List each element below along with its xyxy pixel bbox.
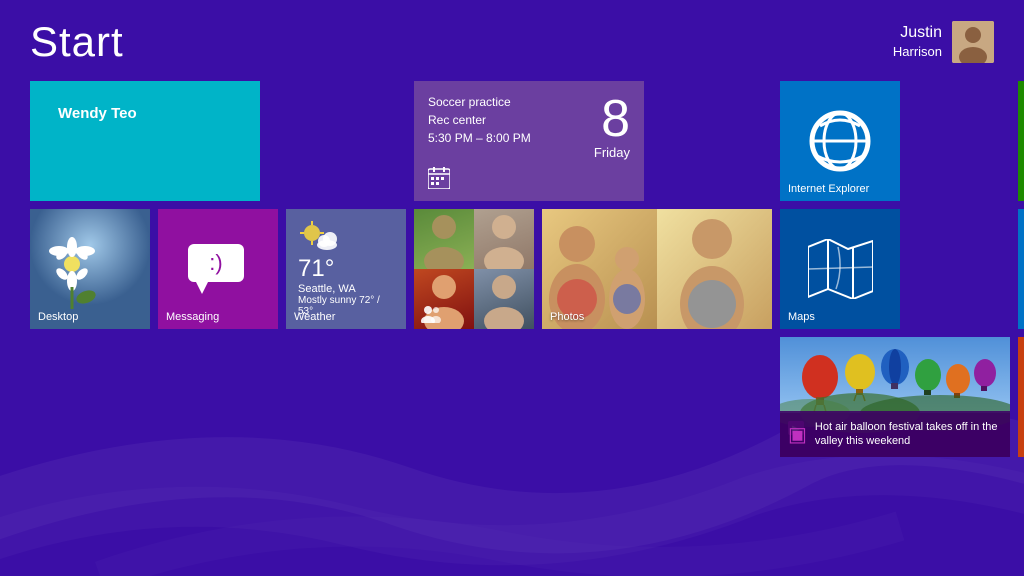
weather-icon: [298, 219, 338, 251]
tile-mail[interactable]: Wendy Teo RE: Dinner tonight? Sounds goo…: [30, 81, 260, 201]
tile-balloon-news[interactable]: ▶ ▣ Hot air balloon festival takes off i…: [780, 337, 1010, 457]
weather-label: Weather: [294, 311, 335, 323]
people-icon: [420, 305, 442, 323]
tile-calendar[interactable]: Soccer practice Rec center 5:30 PM – 8:0…: [414, 81, 644, 201]
people-photo-4: [474, 269, 534, 329]
tile-music[interactable]: Music: [1018, 337, 1024, 457]
header: Start Justin Harrison: [0, 0, 1024, 76]
tile-people[interactable]: [414, 209, 534, 329]
desktop-label: Desktop: [38, 311, 78, 323]
news-headline: Hot air balloon festival takes off in th…: [815, 420, 1002, 449]
messaging-icon: :): [188, 244, 248, 294]
people-photo-2: [474, 209, 534, 269]
avatar: [952, 21, 994, 63]
people-photo-1: [414, 209, 474, 269]
photos-label: Photos: [550, 311, 584, 323]
calendar-date: 8: [594, 93, 630, 145]
col-1: Wendy Teo RE: Dinner tonight? Sounds goo…: [30, 81, 406, 457]
weather-icon-row: [298, 219, 394, 251]
tile-store[interactable]: Store: [1018, 81, 1024, 201]
weather-temp: 71°: [298, 255, 394, 283]
page-title: Start: [30, 18, 124, 66]
user-name: Justin Harrison: [893, 23, 942, 61]
svg-text::): :): [209, 250, 222, 275]
tile-skydrive[interactable]: SkyDrive: [1018, 209, 1024, 329]
ie-label: Internet Explorer: [788, 183, 869, 195]
calendar-time: 5:30 PM – 8:00 PM: [428, 129, 531, 147]
ie-icon: [805, 106, 875, 176]
col-3: Internet Explorer Maps: [780, 81, 1010, 457]
user-profile[interactable]: Justin Harrison: [893, 21, 994, 63]
tile-ie[interactable]: Internet Explorer: [780, 81, 900, 201]
tile-messaging[interactable]: :) Messaging: [158, 209, 278, 329]
weather-city: Seattle, WA: [298, 283, 394, 295]
calendar-icon: [428, 167, 450, 189]
maps-icon: [808, 239, 873, 299]
news-bar: ▣ Hot air balloon festival takes off in …: [780, 411, 1010, 457]
tile-desktop[interactable]: Desktop: [30, 209, 150, 329]
messaging-label: Messaging: [166, 311, 219, 323]
news-icon: ▣: [788, 422, 807, 447]
col-4: Store SkyDrive Music: [1018, 81, 1024, 457]
calendar-location: Rec center: [428, 111, 531, 129]
maps-label: Maps: [788, 311, 815, 323]
tile-maps[interactable]: Maps: [780, 209, 900, 329]
calendar-day: Friday: [594, 145, 630, 160]
tile-family-photo[interactable]: Photos: [542, 209, 772, 329]
tiles-grid: Wendy Teo RE: Dinner tonight? Sounds goo…: [0, 81, 1024, 457]
tile-weather[interactable]: 71° Seattle, WA Mostly sunny 72° / 53° W…: [286, 209, 406, 329]
calendar-event: Soccer practice: [428, 93, 531, 111]
mail-from: Wendy Teo: [44, 93, 260, 201]
col-2: Soccer practice Rec center 5:30 PM – 8:0…: [414, 81, 772, 457]
